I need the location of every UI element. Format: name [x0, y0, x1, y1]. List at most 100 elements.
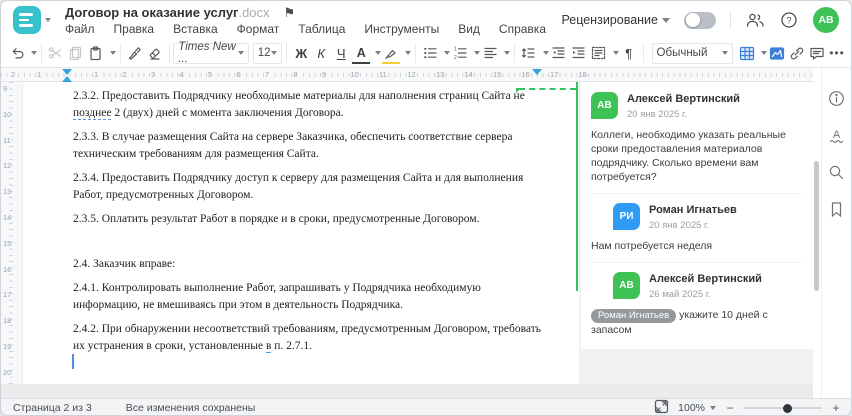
menu-item-tools[interactable]: Инструменты — [364, 22, 439, 36]
paragraph-settings-button[interactable] — [589, 42, 609, 64]
vertical-scrollbar-thumb[interactable] — [814, 161, 819, 291]
ruler-number: 10 — [3, 109, 12, 119]
ruler-number: 1 — [93, 69, 100, 80]
right-indent-marker[interactable] — [532, 69, 542, 75]
paragraph-style-select[interactable]: Обычный — [651, 42, 734, 64]
svg-text:1: 1 — [454, 47, 457, 53]
chevron-down-icon — [237, 51, 244, 55]
app-logo-icon — [13, 6, 41, 34]
ruler-number: 19 — [3, 342, 12, 351]
review-toggle[interactable] — [684, 11, 716, 29]
svg-text:2: 2 — [454, 55, 457, 60]
chevron-down-icon — [45, 18, 51, 22]
align-dropdown-icon[interactable] — [504, 51, 511, 55]
fit-width-button[interactable] — [654, 399, 669, 415]
bold-button[interactable]: Ж — [291, 42, 311, 64]
paste-button[interactable] — [86, 42, 106, 64]
comment-avatar: АВ — [613, 272, 640, 299]
header: Договор на оказание услуг .docx ⚑ Файл Пр… — [1, 1, 851, 39]
bookmark-icon[interactable] — [828, 201, 845, 223]
toolbar-overflow-button[interactable]: ••• — [827, 42, 847, 64]
chevron-down-icon — [662, 17, 670, 23]
ruler-number: 9 — [3, 84, 8, 93]
font-name-select[interactable]: Times New ... — [173, 41, 249, 65]
menu-item-format[interactable]: Формат — [237, 22, 280, 36]
font-color-button[interactable]: А — [351, 42, 371, 64]
ruler-number: 1 — [36, 69, 43, 80]
zoom-slider[interactable] — [744, 403, 822, 413]
zoom-slider-knob[interactable] — [783, 403, 792, 413]
page-indicator[interactable]: Страница 2 из 3 — [13, 402, 92, 414]
ruler-number: 12 — [3, 161, 12, 171]
spellcheck-icon[interactable]: А — [828, 127, 845, 149]
format-painter-button[interactable] — [125, 42, 145, 64]
first-line-indent-marker[interactable] — [62, 69, 72, 75]
align-button[interactable] — [480, 42, 500, 64]
toolbar: Times New ... 12 Ж К Ч А 12 ¶ Обычный ••… — [1, 39, 851, 68]
insert-table-button[interactable] — [737, 42, 757, 64]
comment-button[interactable] — [807, 42, 827, 64]
app-logo-button[interactable] — [13, 6, 51, 34]
ruler-number: 13 — [3, 187, 12, 197]
menu-item-view[interactable]: Вид — [458, 22, 480, 36]
zoom-in-button[interactable]: + — [831, 401, 841, 415]
ruler-number: 14 — [3, 213, 12, 222]
line-spacing-dropdown-icon[interactable] — [542, 51, 549, 55]
undo-button[interactable] — [7, 42, 27, 64]
svg-text:?: ? — [786, 15, 791, 26]
zoom-out-button[interactable]: − — [725, 401, 735, 415]
collaborators-icon[interactable] — [745, 10, 765, 30]
bullet-list-button[interactable] — [420, 42, 440, 64]
menu-item-insert[interactable]: Вставка — [173, 22, 218, 36]
paragraph: 2.3.5. Оплатить результат Работ в порядк… — [73, 213, 480, 225]
review-mode-dropdown[interactable]: Рецензирование — [561, 13, 670, 27]
highlight-color-button[interactable] — [381, 42, 401, 64]
comment-author: Роман Игнатьев — [649, 204, 737, 216]
numbered-list-button[interactable]: 12 — [450, 42, 470, 64]
copy-button[interactable] — [66, 42, 86, 64]
comments-panel: АВ Алексей Вертинский 20 янв 2025 г. Кол… — [579, 82, 813, 384]
menu-item-edit[interactable]: Правка — [114, 22, 155, 36]
show-paragraph-marks-button[interactable]: ¶ — [619, 42, 639, 64]
menu-item-help[interactable]: Справка — [499, 22, 546, 36]
paste-dropdown-icon[interactable] — [109, 51, 116, 55]
menu-item-file[interactable]: Файл — [65, 22, 95, 36]
ruler-number: 13 — [435, 69, 446, 80]
italic-button[interactable]: К — [311, 42, 331, 64]
ruler-number: 20 — [3, 367, 12, 377]
line-spacing-button[interactable] — [519, 42, 539, 64]
underline-button[interactable]: Ч — [331, 42, 351, 64]
cut-button[interactable] — [46, 42, 66, 64]
flag-icon[interactable]: ⚑ — [284, 5, 296, 20]
comment-date: 20 янв 2025 г. — [649, 220, 710, 231]
paragraph-settings-dropdown-icon[interactable] — [612, 51, 619, 55]
insert-link-button[interactable] — [787, 42, 807, 64]
comment-anchor-dashed-line — [519, 88, 576, 90]
highlight-dropdown-icon[interactable] — [405, 51, 412, 55]
info-icon[interactable] — [828, 90, 845, 112]
ruler-number: 6 — [235, 69, 242, 80]
font-size-select[interactable]: 12 — [252, 42, 283, 64]
decrease-indent-button[interactable] — [549, 42, 569, 64]
ruler-number: 4 — [178, 69, 185, 80]
menu-item-table[interactable]: Таблица — [298, 22, 345, 36]
increase-indent-button[interactable] — [569, 42, 589, 64]
search-icon[interactable] — [828, 164, 845, 186]
spellcheck-underline: позднее — [73, 107, 112, 120]
ruler-number: 12 — [406, 69, 417, 80]
comment-date: 26 май 2025 г. — [649, 289, 711, 300]
chevron-down-icon — [710, 406, 716, 410]
user-avatar[interactable]: АВ — [813, 7, 839, 33]
chevron-down-icon — [271, 51, 278, 55]
insert-image-button[interactable] — [767, 42, 787, 64]
ruler-number: 2 — [10, 69, 17, 80]
help-icon[interactable]: ? — [779, 10, 799, 30]
comment-thread[interactable]: АВ Алексей Вертинский 20 янв 2025 г. Кол… — [581, 82, 813, 349]
undo-dropdown-icon[interactable] — [31, 51, 37, 55]
horizontal-scrollbar[interactable] — [1, 384, 813, 398]
zoom-value-dropdown[interactable]: 100% — [678, 402, 716, 414]
document-page[interactable]: 2.3.2. Предоставить Подрядчику необходим… — [23, 82, 579, 384]
eraser-button[interactable] — [145, 42, 165, 64]
comment-author: Алексей Вертинский — [649, 273, 762, 285]
ruler-number: 11 — [378, 69, 388, 80]
